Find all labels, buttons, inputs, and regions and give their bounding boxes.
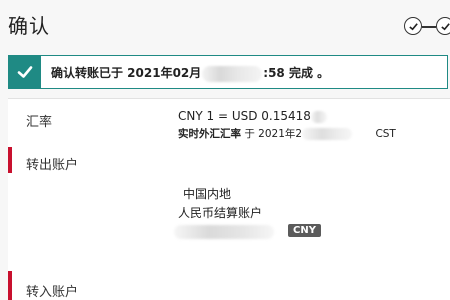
exchange-rate-text: CNY 1 = USD 0.15418 — [178, 109, 311, 123]
from-account-region: 中国内地 — [183, 187, 232, 201]
check-icon — [440, 22, 450, 30]
check-icon — [17, 66, 33, 78]
redacted-text — [202, 65, 263, 82]
exchange-rate-source: 实时外汇汇率 于 2021年2 CST — [178, 126, 396, 141]
section-marker — [8, 271, 12, 300]
exchange-rate-label: 汇率 — [26, 115, 53, 130]
success-message-suffix: :58 完成 。 — [263, 66, 330, 80]
success-message: 确认转账已于 2021年02月 :58 完成 。 — [51, 64, 329, 82]
confirmation-page: 确认 确认转账已于 2021年02月 :58 完成 。 汇率 CNY 1 = US… — [0, 0, 450, 300]
transfer-details-card: 汇率 CNY 1 = USD 0.15418 实时外汇汇率 于 2021年2 C… — [8, 98, 450, 300]
redacted-text — [310, 110, 327, 123]
step-complete-icon — [404, 17, 422, 35]
page-title: 确认 — [8, 14, 50, 38]
check-icon — [408, 22, 418, 30]
rate-type-label: 实时外汇汇率 — [178, 128, 241, 140]
currency-badge: CNY — [288, 224, 321, 237]
success-message-prefix: 确认转账已于 2021年02月 — [51, 66, 202, 80]
from-account-label: 转出账户 — [26, 158, 79, 173]
rate-time-prefix: 于 2021年2 — [244, 128, 303, 140]
rate-timezone: CST — [375, 128, 396, 140]
step-connector — [422, 26, 436, 28]
redacted-text — [302, 128, 353, 140]
to-account-label: 转入账户 — [26, 285, 79, 300]
from-account-type: 人民币结算账户 — [178, 206, 263, 220]
redacted-account-number — [174, 225, 274, 239]
exchange-rate-value: CNY 1 = USD 0.15418 — [178, 109, 327, 123]
section-marker — [8, 147, 12, 173]
success-banner: 确认转账已于 2021年02月 :58 完成 。 — [8, 55, 448, 89]
step-complete-icon — [436, 17, 450, 35]
success-icon-box — [9, 56, 41, 88]
